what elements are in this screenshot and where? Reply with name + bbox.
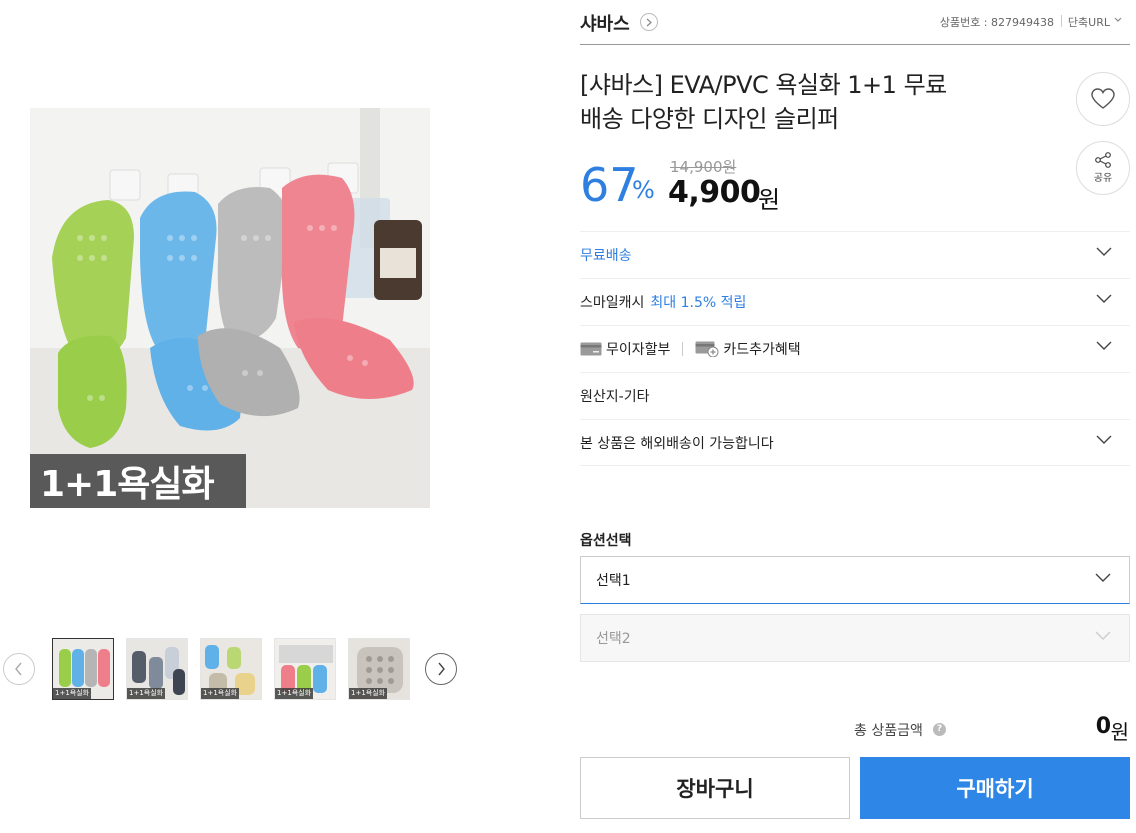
chevron-down-icon	[1096, 247, 1112, 256]
short-url-button[interactable]: 단축URL	[1068, 14, 1110, 30]
help-icon[interactable]: ?	[933, 723, 946, 736]
origin-label: 원산지-기타	[580, 389, 650, 405]
shipping-label: 무료배송	[580, 248, 632, 264]
original-price: 14,900원	[670, 158, 737, 176]
brand-name[interactable]: 샤바스	[580, 10, 630, 36]
thumbnail-3[interactable]: 1+1욕실화	[200, 638, 262, 700]
thumbnail-label: 1+1욕실화	[127, 688, 166, 699]
option-select-1[interactable]: 선택1	[580, 556, 1130, 604]
smile-cash-row[interactable]: 스마일캐시 최대 1.5% 적립	[580, 278, 1130, 325]
chevron-down-icon	[1114, 17, 1122, 22]
heart-icon	[1091, 88, 1115, 109]
origin-row: 원산지-기타	[580, 372, 1130, 419]
thumbnail-label: 1+1욕실화	[201, 688, 240, 699]
chevron-down-icon	[1096, 294, 1112, 303]
thumbnail-prev-button[interactable]	[3, 653, 35, 685]
thumbnail-4[interactable]: 1+1욕실화	[274, 638, 336, 700]
thumbnail-carousel: 1+1욕실화 1+1욕실화 1+1욕실화 1+1욕실화 1+1욕실화	[0, 638, 470, 702]
thumbnail-2[interactable]: 1+1욕실화	[126, 638, 188, 700]
overseas-shipping-row[interactable]: 본 상품은 해외배송이 가능합니다	[580, 419, 1130, 466]
smile-cash-value: 최대 1.5% 적립	[650, 295, 747, 311]
share-icon	[1095, 152, 1111, 168]
option-select-2-value: 선택2	[596, 631, 631, 647]
product-number: 상품번호 : 827949438	[939, 16, 1054, 29]
chevron-down-icon	[1096, 341, 1112, 350]
divider	[682, 342, 684, 356]
buy-now-button[interactable]: 구매하기	[860, 757, 1130, 819]
brand-link-button[interactable]	[640, 13, 658, 31]
thumbnail-label: 1+1욕실화	[349, 688, 388, 699]
product-title-line1: [샤바스] EVA/PVC 욕실화 1+1 무료	[580, 71, 947, 99]
sale-price-unit: 원	[758, 186, 781, 214]
wishlist-button[interactable]	[1076, 72, 1130, 126]
chevron-left-icon	[15, 662, 22, 676]
product-title-line2: 배송 다양한 디자인 슬리퍼	[580, 105, 839, 133]
overseas-shipping-label: 본 상품은 해외배송이 가능합니다	[580, 435, 774, 452]
total-price-unit: 원	[1110, 720, 1129, 744]
thumbnail-label: 1+1욕실화	[275, 688, 314, 699]
installment-label: 무이자할부	[606, 342, 671, 358]
share-label: 공유	[1093, 173, 1113, 184]
thumbnail-next-button[interactable]	[425, 653, 457, 685]
discount-unit: %	[632, 176, 655, 204]
total-price-label: 총 상품금액	[854, 723, 923, 739]
slippers-illustration	[30, 108, 430, 508]
add-to-cart-button[interactable]: 장바구니	[580, 757, 850, 819]
main-product-image: 1+1욕실화	[30, 108, 430, 508]
thumbnail-label: 1+1욕실화	[53, 688, 92, 699]
chevron-down-icon	[1095, 631, 1111, 640]
option-select-1-value: 선택1	[596, 573, 631, 589]
option-select-label: 옵션선택	[580, 533, 632, 549]
sale-price: 4,900	[668, 175, 761, 210]
product-title: [샤바스] EVA/PVC 욕실화 1+1 무료 배송 다양한 디자인 슬리퍼	[580, 68, 1000, 136]
card-benefit-label: 카드추가혜택	[723, 342, 801, 358]
thumbnail-5[interactable]: 1+1욕실화	[348, 638, 410, 700]
card-plus-icon	[695, 341, 719, 357]
smile-cash-label: 스마일캐시	[580, 295, 645, 311]
thumbnail-1[interactable]: 1+1욕실화	[52, 638, 114, 700]
divider	[1061, 15, 1062, 27]
chevron-down-icon	[1096, 435, 1112, 444]
chevron-down-icon	[1095, 573, 1111, 582]
shipping-row[interactable]: 무료배송	[580, 231, 1130, 278]
card-icon	[580, 342, 602, 356]
total-price-value: 0	[1095, 714, 1111, 739]
chevron-right-icon	[438, 662, 445, 676]
brand-bar: 샤바스 상품번호 : 827949438 단축URL	[580, 0, 1130, 45]
discount-rate: 67	[580, 158, 639, 212]
share-button[interactable]: 공유	[1076, 141, 1130, 195]
card-benefit-row[interactable]: 무이자할부 카드추가혜택	[580, 325, 1130, 372]
chevron-right-icon	[646, 18, 652, 26]
image-badge: 1+1욕실화	[30, 454, 246, 508]
option-select-2: 선택2	[580, 614, 1130, 662]
